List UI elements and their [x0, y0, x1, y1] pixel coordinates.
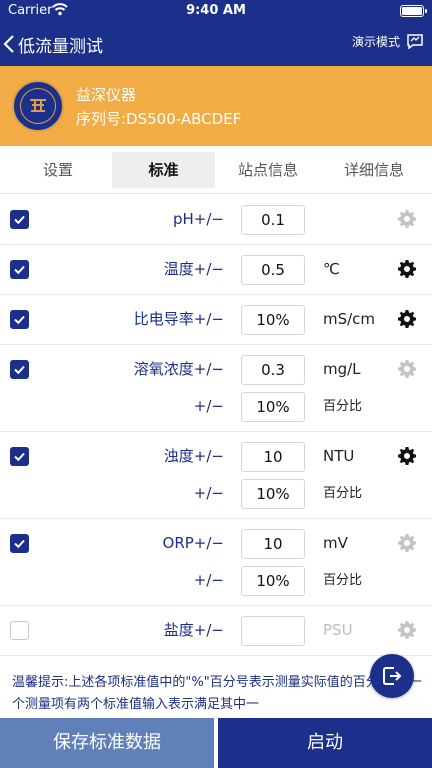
orp-percent-label: +/− — [193, 571, 224, 589]
demo-mode-button[interactable]: 演示模式 — [352, 32, 424, 50]
logout-icon — [383, 667, 402, 685]
dissolved-oxygen-label: 溶氧浓度+/− — [133, 360, 224, 378]
orp-value-input[interactable]: 10 — [241, 529, 305, 559]
conductivity-value-input[interactable]: 10% — [241, 305, 305, 335]
ph-label: pH+/− — [173, 210, 224, 228]
standard-row-temperature: 温度+/− 0.5 ℃ — [0, 245, 432, 295]
checkmark-icon — [14, 265, 25, 275]
turbidity-label: 浊度+/− — [163, 447, 224, 465]
exit-button[interactable] — [370, 654, 414, 698]
checkmark-icon — [14, 539, 25, 549]
dissolved-oxygen-value-input[interactable]: 0.3 — [241, 355, 305, 385]
dissolved-oxygen-percent-input[interactable]: 10% — [241, 392, 305, 422]
turbidity-unit: NTU — [323, 447, 355, 465]
chat-bubble-icon — [407, 34, 423, 50]
orp-percent-input[interactable]: 10% — [241, 566, 305, 596]
checkmark-icon — [14, 315, 25, 325]
dissolved-oxygen-checkbox[interactable] — [10, 360, 29, 379]
demo-mode-label: 演示模式 — [351, 34, 400, 49]
turbidity-checkbox[interactable] — [10, 447, 29, 466]
conductivity-label: 比电导率+/− — [133, 310, 224, 328]
ph-value-input[interactable]: 0.1 — [241, 205, 305, 235]
salinity-label: 盐度+/− — [163, 621, 224, 639]
carrier-label: Carrier — [8, 3, 53, 18]
bottom-bar: 保存标准数据 启动 — [0, 718, 432, 768]
temperature-unit: ℃ — [323, 260, 340, 278]
page-title: 低流量测试 — [18, 36, 103, 57]
conductivity-checkbox[interactable] — [10, 310, 29, 329]
turbidity-percent-input[interactable]: 10% — [241, 479, 305, 509]
battery-icon — [400, 5, 427, 17]
orp-label: ORP+/− — [162, 534, 224, 552]
chevron-left-icon — [3, 35, 14, 53]
status-bar: Carrier 9:40 AM — [0, 0, 432, 22]
wifi-icon — [52, 3, 68, 16]
standard-row-dissolved-oxygen: 溶氧浓度+/− 0.3 mg/L +/− 10% 百分比 — [0, 345, 432, 432]
dissolved-oxygen-percent-label: +/− — [193, 397, 224, 415]
gear-icon[interactable] — [397, 533, 417, 553]
gear-icon[interactable] — [397, 446, 417, 466]
temperature-checkbox[interactable] — [10, 260, 29, 279]
dissolved-oxygen-unit: mg/L — [323, 360, 361, 378]
checkmark-icon — [14, 452, 25, 462]
turbidity-percent-unit: 百分比 — [323, 486, 363, 501]
checkmark-icon — [14, 365, 25, 375]
gear-icon[interactable] — [397, 359, 417, 379]
tab-standards[interactable]: 标准 — [112, 152, 215, 188]
start-button[interactable]: 启动 — [218, 718, 432, 768]
temperature-value-input[interactable]: 0.5 — [241, 255, 305, 285]
tip-text: 温馨提示:上述各项标准值中的"%"百分号表示测量实际值的百分比,同一个测量项有两… — [12, 675, 422, 712]
checkmark-icon — [14, 215, 25, 225]
salinity-value-input[interactable] — [241, 616, 305, 646]
turbidity-value-input[interactable]: 10 — [241, 442, 305, 472]
standard-row-conductivity: 比电导率+/− 10% mS/cm — [0, 295, 432, 345]
gear-icon[interactable] — [397, 209, 417, 229]
temperature-label: 温度+/− — [163, 260, 224, 278]
standard-row-ph: pH+/− 0.1 — [0, 195, 432, 245]
tab-details[interactable]: 详细信息 — [322, 152, 426, 188]
ph-checkbox[interactable] — [10, 210, 29, 229]
orp-percent-unit: 百分比 — [323, 573, 363, 588]
salinity-unit: PSU — [323, 621, 353, 639]
back-button[interactable]: 低流量测试 — [2, 30, 103, 58]
conductivity-unit: mS/cm — [323, 310, 376, 328]
standard-row-orp: ORP+/− 10 mV +/− 10% 百分比 — [0, 519, 432, 606]
company-logo-icon — [12, 80, 64, 132]
gear-icon[interactable] — [397, 259, 417, 279]
turbidity-percent-label: +/− — [193, 484, 224, 502]
company-name: 益深仪器 — [76, 86, 137, 104]
standard-row-turbidity: 浊度+/− 10 NTU +/− 10% 百分比 — [0, 432, 432, 519]
dissolved-oxygen-percent-unit: 百分比 — [323, 399, 363, 414]
tab-site-info[interactable]: 站点信息 — [218, 152, 318, 188]
orp-unit: mV — [323, 534, 348, 552]
save-standards-button[interactable]: 保存标准数据 — [0, 718, 214, 768]
serial-number: 序列号:DS500-ABCDEF — [76, 110, 242, 128]
tab-settings[interactable]: 设置 — [8, 152, 108, 188]
salinity-checkbox[interactable] — [10, 621, 29, 640]
standards-list: pH+/− 0.1 温度+/− 0.5 ℃ 比电导率+/− 10% mS/cm — [0, 195, 432, 656]
company-header: 益深仪器 序列号:DS500-ABCDEF — [0, 66, 432, 146]
standard-row-salinity: 盐度+/− PSU — [0, 606, 432, 656]
gear-icon[interactable] — [397, 309, 417, 329]
gear-icon[interactable] — [397, 620, 417, 640]
nav-bar: 低流量测试 演示模式 — [0, 22, 432, 66]
orp-checkbox[interactable] — [10, 534, 29, 553]
tab-bar: 设置 标准 站点信息 详细信息 — [0, 146, 432, 194]
